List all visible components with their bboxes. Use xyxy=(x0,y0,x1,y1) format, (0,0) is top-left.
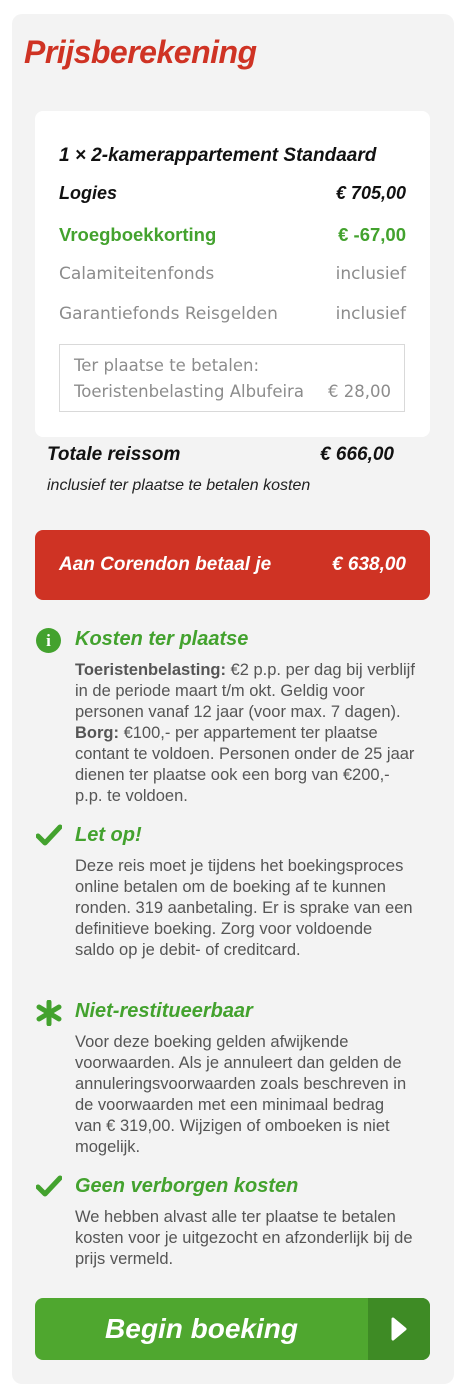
begin-booking-label: Begin boeking xyxy=(105,1313,298,1344)
info-heading: Geen verborgen kosten xyxy=(75,1175,299,1197)
total-value: € 666,00 xyxy=(320,444,394,465)
row-value: € -67,00 xyxy=(338,224,406,245)
row-label: Logies xyxy=(59,183,118,203)
price-card: 1 × 2-kamerappartement Standaard Logies … xyxy=(35,111,430,437)
info-heading: Let op! xyxy=(75,824,142,846)
info-body: We hebben alvast alle ter plaatse te bet… xyxy=(75,1208,413,1268)
price-row-logies: Logies € 705,00 xyxy=(59,183,406,204)
page-title: Prijsberekening xyxy=(24,34,257,70)
tourist-tax-amount: € 28,00 xyxy=(328,382,391,401)
price-row-guarantee-fund: Garantiefonds Reisgelden inclusief xyxy=(59,304,406,324)
row-value: inclusief xyxy=(335,264,406,284)
tourist-tax-label: Toeristenbelasting Albufeira xyxy=(74,382,304,401)
accommodation-heading: 1 × 2-kamerappartement Standaard xyxy=(59,145,377,166)
row-value: € 705,00 xyxy=(335,183,406,203)
price-row-discount: Vroegboekkorting € -67,00 xyxy=(59,224,406,246)
total-row: Totale reissom € 666,00 xyxy=(47,444,394,466)
info-body: Deze reis moet je tijdens het boekingspr… xyxy=(75,857,413,959)
row-value: inclusief xyxy=(335,304,406,324)
info-bold-term: Toeristenbelasting: xyxy=(75,661,226,679)
info-body: Toeristenbelasting: €2 p.p. per dag bij … xyxy=(75,660,415,807)
info-text: €100,- per appartement ter plaatse conta… xyxy=(75,724,415,805)
begin-booking-button[interactable]: Begin boeking xyxy=(35,1298,430,1360)
info-body: Voor deze boeking gelden afwijkende voor… xyxy=(75,1033,407,1156)
checkmark-icon xyxy=(35,1175,63,1201)
pay-to-corendon-bar: Aan Corendon betaal je € 638,00 xyxy=(35,530,430,600)
info-heading: Niet-restitueerbaar xyxy=(75,1000,253,1022)
row-label: Garantiefonds Reisgelden xyxy=(59,304,278,324)
checkmark-icon xyxy=(35,824,63,850)
info-heading: Kosten ter plaatse xyxy=(75,628,249,650)
local-costs-box: Ter plaatse te betalen: Toeristenbelasti… xyxy=(59,344,405,412)
info-bold-term: Borg: xyxy=(75,724,119,742)
asterisk-icon xyxy=(36,999,62,1027)
row-label: Calamiteitenfonds xyxy=(59,264,215,284)
total-label: Totale reissom xyxy=(47,444,181,465)
info-circle-icon: i xyxy=(36,628,62,654)
pay-value: € 638,00 xyxy=(332,554,406,575)
pay-label: Aan Corendon betaal je xyxy=(59,554,272,575)
row-label: Vroegboekkorting xyxy=(59,224,217,245)
play-arrow-icon xyxy=(368,1298,430,1360)
total-note: inclusief ter plaatse te betalen kosten xyxy=(47,477,311,494)
price-row-calamity-fund: Calamiteitenfonds inclusief xyxy=(59,264,406,284)
local-costs-title: Ter plaatse te betalen: xyxy=(74,356,260,375)
